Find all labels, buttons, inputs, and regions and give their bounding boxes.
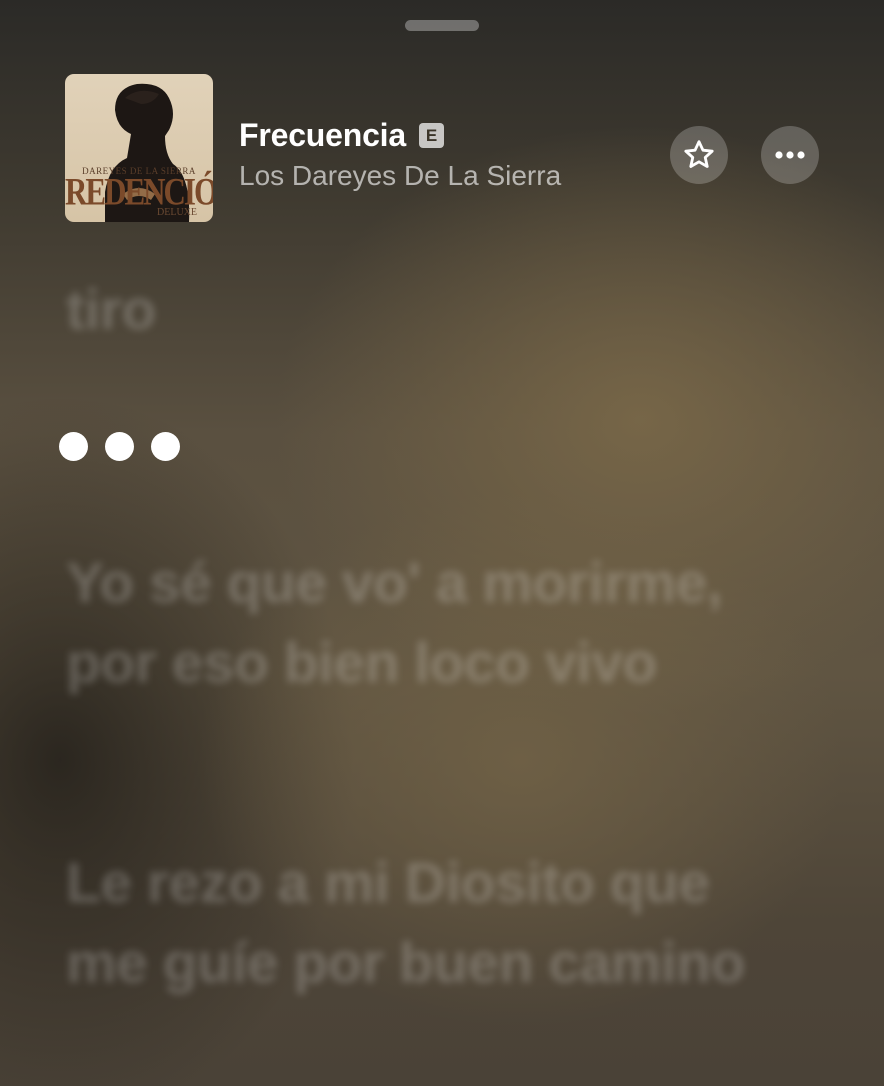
- song-title[interactable]: Frecuencia: [239, 117, 406, 154]
- lyric-line-next[interactable]: Yo sé que vo' a morirme, por eso bien lo…: [66, 543, 786, 703]
- song-title-row: Frecuencia E: [239, 117, 444, 154]
- sheet-grabber[interactable]: [405, 20, 479, 31]
- artist-name[interactable]: Los Dareyes De La Sierra: [239, 160, 561, 192]
- star-icon: [684, 140, 714, 168]
- interlude-dot: [105, 432, 134, 461]
- explicit-badge: E: [418, 123, 444, 148]
- lyric-line-previous[interactable]: tiro: [66, 270, 766, 350]
- album-art[interactable]: DAREYES DE LA SIERRA REDENCIÓN DELUXE: [65, 74, 213, 222]
- lyrics-screen: DAREYES DE LA SIERRA REDENCIÓN DELUXE Fr…: [0, 0, 884, 1086]
- lyric-interlude-indicator: [59, 432, 180, 461]
- more-options-button[interactable]: [761, 126, 819, 184]
- favorite-button[interactable]: [670, 126, 728, 184]
- ellipsis-icon: [775, 151, 805, 159]
- lyric-line-next[interactable]: Le rezo a mi Diosito que me guíe por bue…: [66, 843, 786, 1003]
- album-art-edition-text: DELUXE: [157, 207, 197, 218]
- interlude-dot: [59, 432, 88, 461]
- interlude-dot: [151, 432, 180, 461]
